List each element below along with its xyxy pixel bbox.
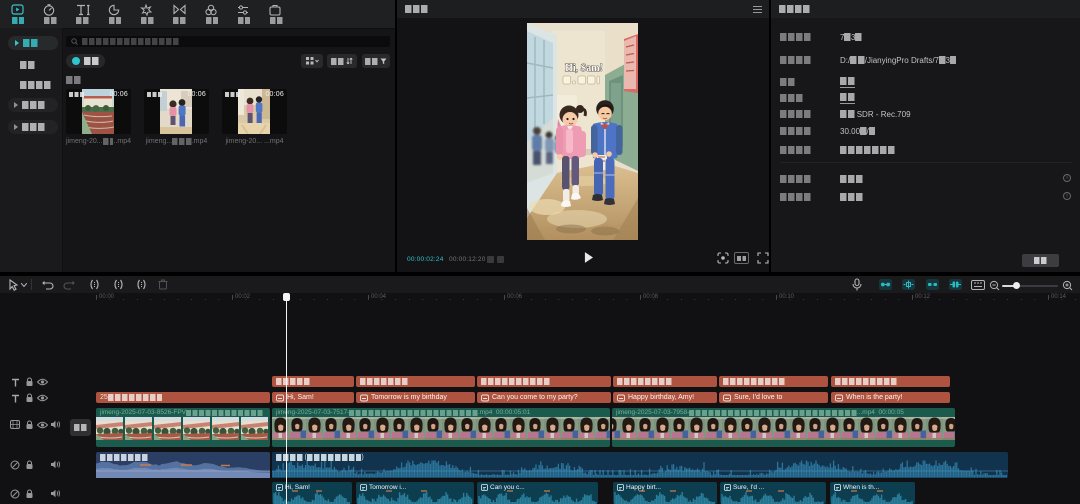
svg-text:Hi, Sam!: Hi, Sam! — [565, 63, 603, 74]
